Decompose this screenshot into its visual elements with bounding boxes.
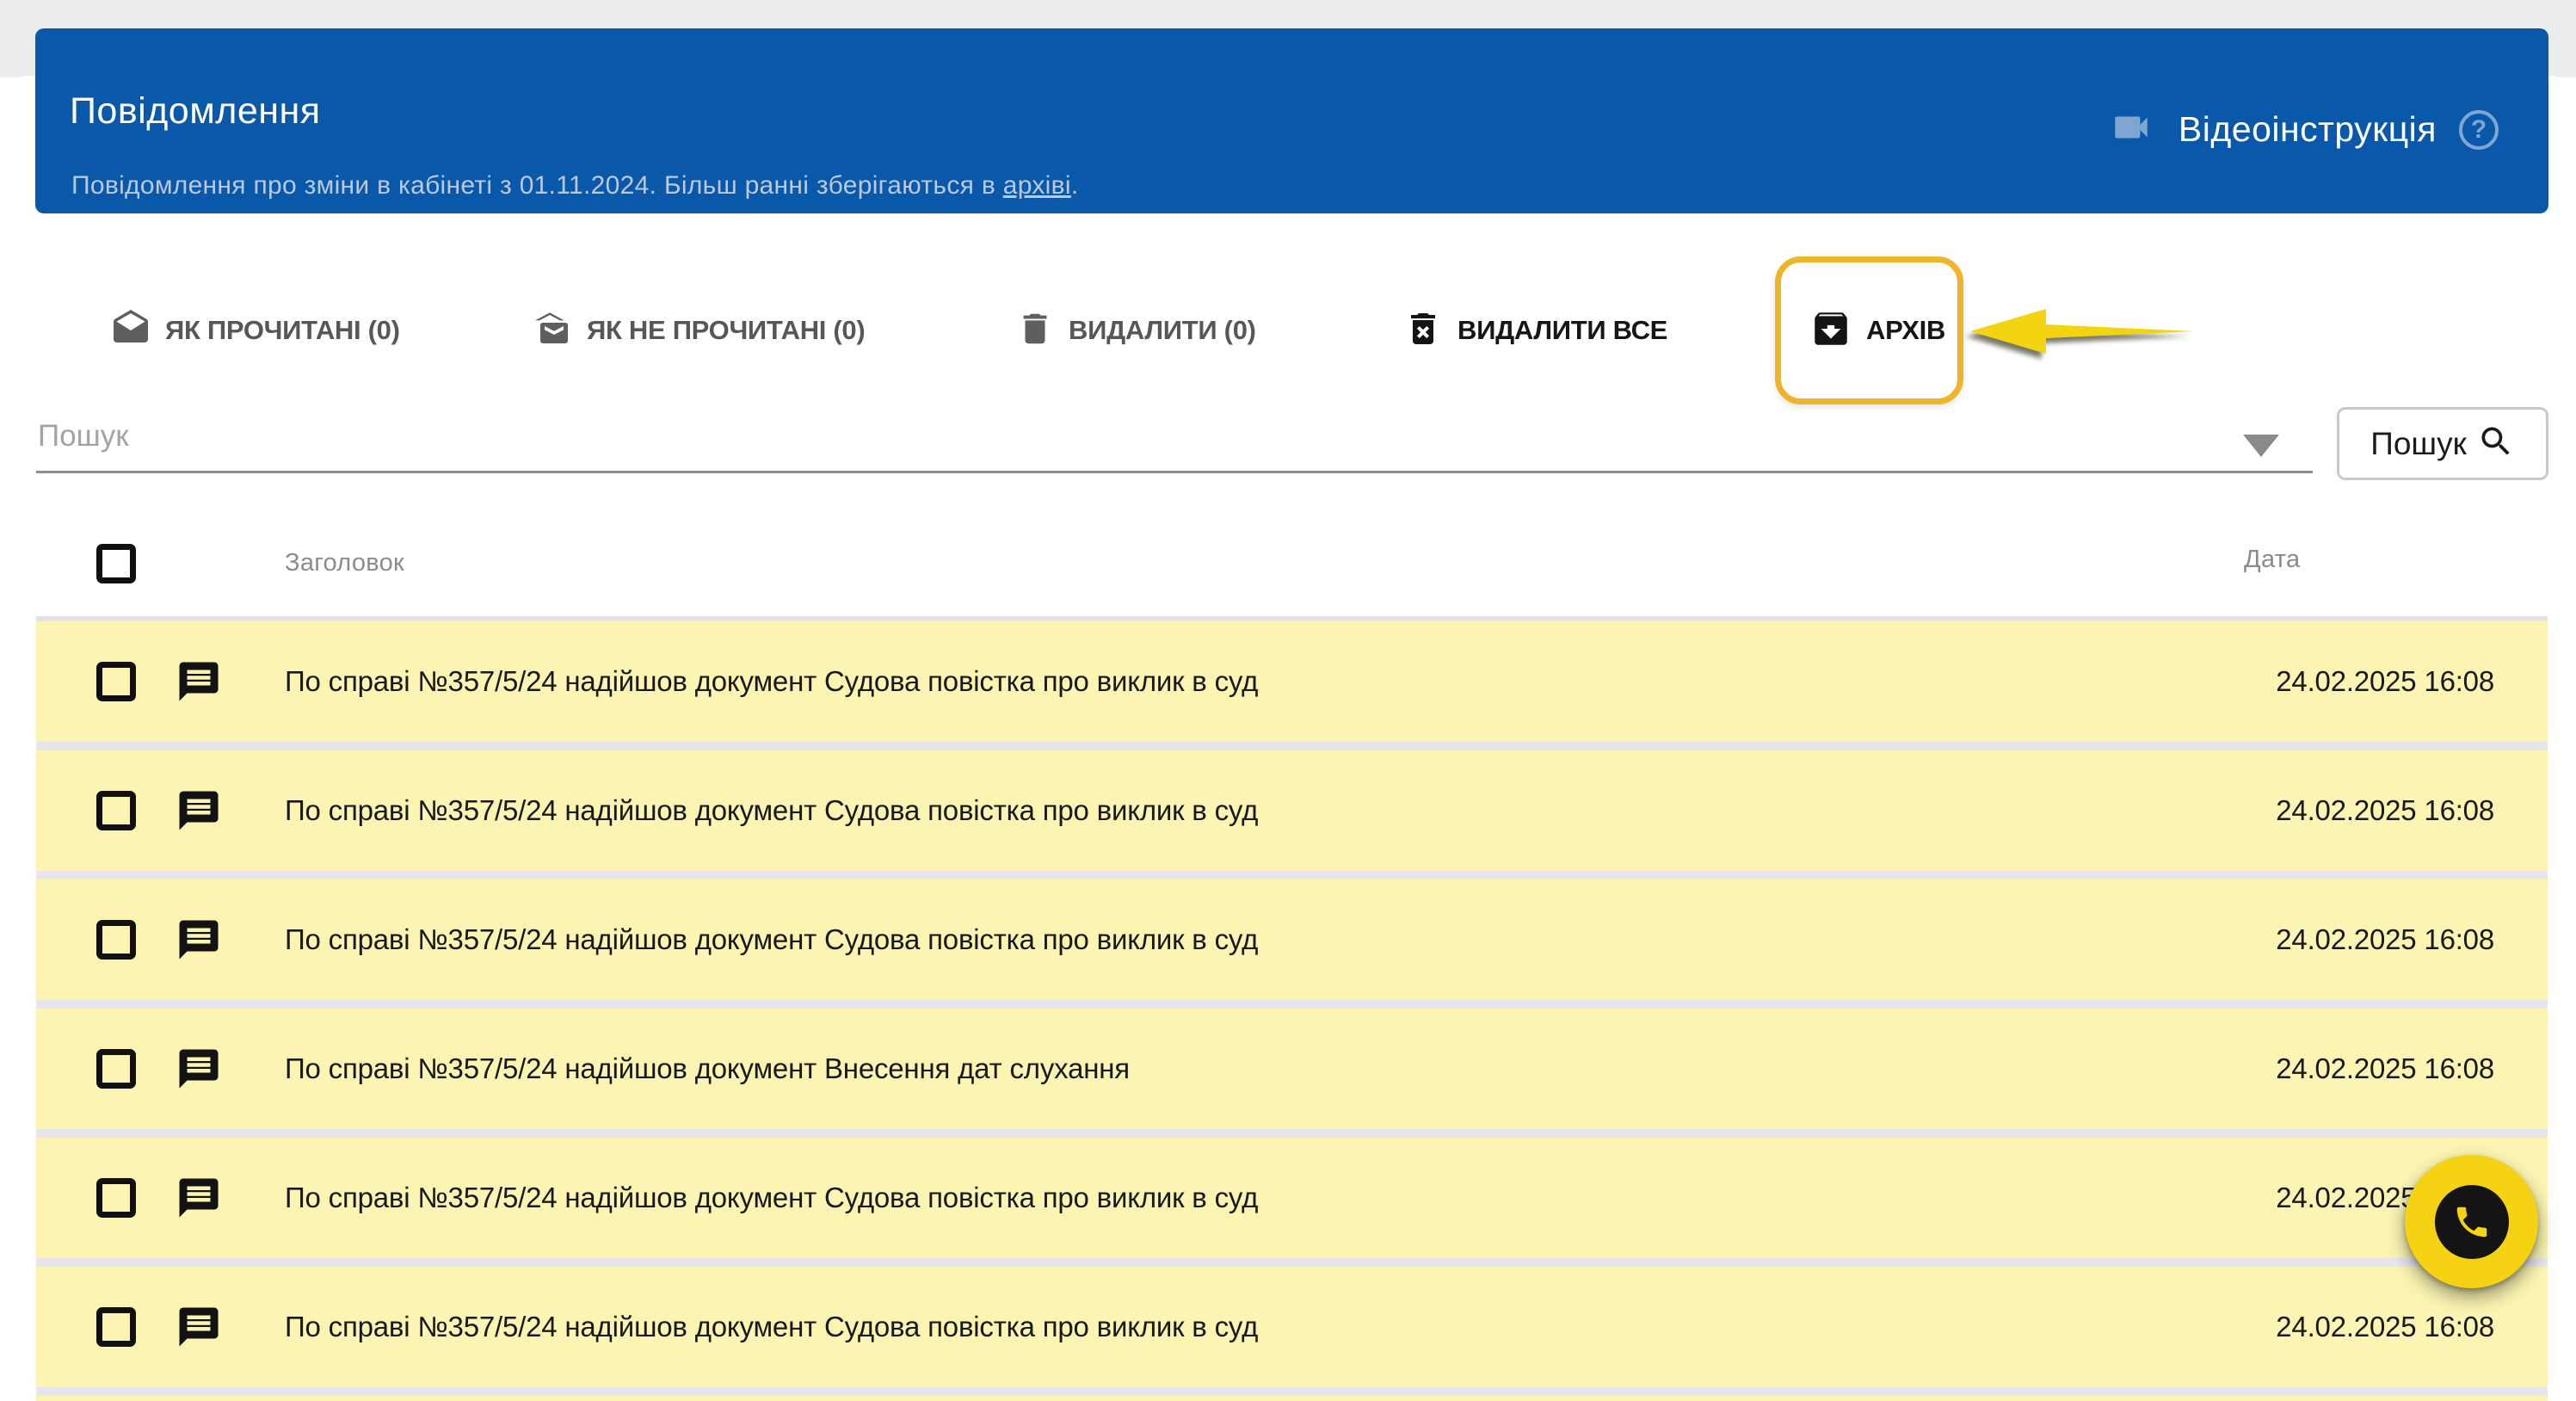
row-date: 24.02.2025 16:08 (2276, 750, 2494, 871)
table-row[interactable]: По справі №357/5/24 надійшов документ Су… (36, 879, 2548, 1000)
help-icon[interactable]: ? (2459, 110, 2499, 150)
row-separator (36, 1000, 2548, 1009)
column-header-date: Дата (2244, 546, 2300, 574)
search-button-label: Пошук (2370, 426, 2467, 462)
chat-bubble-icon (176, 1304, 222, 1355)
archive-button[interactable]: АРХІВ (1809, 301, 1945, 360)
subtitle-text: Повідомлення про зміни в кабінеті з 01.1… (71, 171, 1003, 200)
mark-as-unread-label: ЯК НЕ ПРОЧИТАНІ (0) (587, 315, 865, 346)
archive-icon (1809, 307, 1852, 355)
row-separator (36, 871, 2548, 879)
delete-button[interactable]: ВИДАЛИТИ (0) (1015, 301, 1256, 360)
delete-label: ВИДАЛИТИ (0) (1069, 315, 1256, 346)
row-checkbox[interactable] (96, 1307, 136, 1347)
dropdown-arrow-icon[interactable] (2243, 435, 2279, 457)
archive-link[interactable]: архіві (1003, 171, 1071, 200)
row-checkbox[interactable] (96, 1178, 136, 1218)
chat-bubble-icon (176, 917, 222, 967)
trash-x-icon (1402, 307, 1444, 355)
search-button[interactable]: Пошук (2337, 407, 2548, 480)
chat-bubble-icon (176, 787, 222, 838)
table-row[interactable]: По справі №357/5/24 надійшов документ Су… (36, 1138, 2548, 1258)
table-row[interactable]: По справі №357/5/24 надійшов документ Су… (36, 750, 2548, 871)
row-separator (36, 742, 2548, 750)
table-row[interactable]: По справі №357/5/24 надійшов документ Вн… (36, 1009, 2548, 1129)
row-title: По справі №357/5/24 надійшов документ Су… (285, 750, 1258, 871)
delete-all-label: ВИДАЛИТИ ВСЕ (1457, 315, 1667, 346)
row-separator (36, 1387, 2548, 1396)
search-input[interactable] (36, 410, 2313, 473)
mark-as-read-label: ЯК ПРОЧИТАНІ (0) (165, 315, 400, 346)
table-row[interactable]: По справі №357/5/24 надійшов документ Су… (36, 1267, 2548, 1387)
row-date: 24.02.2025 16:08 (2276, 1009, 2494, 1129)
row-title: По справі №357/5/24 надійшов документ Су… (285, 621, 1258, 742)
row-checkbox[interactable] (96, 1049, 136, 1089)
column-header-title: Заголовок (285, 549, 404, 577)
page-title: Повідомлення (70, 90, 321, 133)
table-row-partial (36, 1396, 2548, 1401)
chat-bubble-icon (176, 1046, 222, 1096)
open-envelope-icon (110, 308, 151, 354)
messages-header-panel: Повідомлення Повідомлення про зміни в ка… (35, 28, 2548, 213)
chat-bubble-icon (176, 1175, 222, 1225)
delete-all-button[interactable]: ВИДАЛИТИ ВСЕ (1402, 301, 1667, 360)
trash-icon (1015, 308, 1055, 354)
row-date: 24.02.2025 16:08 (2276, 621, 2494, 742)
row-title: По справі №357/5/24 надійшов документ Су… (285, 1267, 1258, 1387)
archive-label: АРХІВ (1866, 315, 1945, 346)
row-separator (36, 1258, 2548, 1267)
page-subtitle: Повідомлення про зміни в кабінеті з 01.1… (71, 171, 1078, 201)
select-all-checkbox[interactable] (96, 544, 136, 583)
mark-as-read-button[interactable]: ЯК ПРОЧИТАНІ (0) (110, 301, 400, 360)
phone-fab-button[interactable] (2405, 1155, 2538, 1288)
row-checkbox[interactable] (96, 791, 136, 830)
row-title: По справі №357/5/24 надійшов документ Су… (285, 879, 1258, 1000)
row-checkbox[interactable] (96, 920, 136, 960)
video-instruction-link[interactable]: Відеоінструкція ? (2106, 106, 2499, 153)
search-icon (2477, 423, 2515, 465)
table-row[interactable]: По справі №357/5/24 надійшов документ Су… (36, 621, 2548, 742)
video-instruction-label: Відеоінструкція (2179, 109, 2437, 150)
row-checkbox[interactable] (96, 662, 136, 701)
unread-mail-icon (532, 308, 573, 354)
row-separator (36, 1129, 2548, 1138)
phone-icon (2435, 1185, 2509, 1259)
row-title: По справі №357/5/24 надійшов документ Су… (285, 1138, 1258, 1258)
row-title: По справі №357/5/24 надійшов документ Вн… (285, 1009, 1130, 1129)
mark-as-unread-button[interactable]: ЯК НЕ ПРОЧИТАНІ (0) (532, 301, 865, 360)
subtitle-period: . (1071, 171, 1079, 200)
row-date: 24.02.2025 16:08 (2276, 879, 2494, 1000)
annotation-arrow (1970, 307, 2196, 357)
chat-bubble-icon (176, 658, 222, 709)
videocam-icon (2106, 106, 2156, 153)
